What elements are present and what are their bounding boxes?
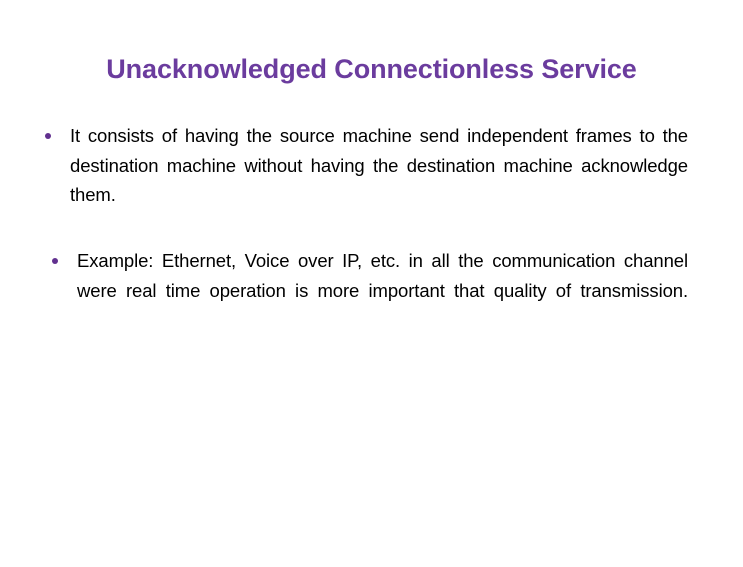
page-title: Unacknowledged Connectionless Service xyxy=(106,54,637,84)
slide-canvas: Unacknowledged Connectionless Service It… xyxy=(0,0,743,567)
slide-body: It consists of having the source machine… xyxy=(40,121,688,335)
bullet-dot-icon xyxy=(52,258,58,264)
list-item: Example: Ethernet, Voice over IP, etc. i… xyxy=(40,246,688,335)
list-item-text: It consists of having the source machine… xyxy=(70,125,688,205)
list-item: It consists of having the source machine… xyxy=(40,121,688,239)
list-item-text: Example: Ethernet, Voice over IP, etc. i… xyxy=(77,250,688,301)
bullet-dot-icon xyxy=(45,133,51,139)
